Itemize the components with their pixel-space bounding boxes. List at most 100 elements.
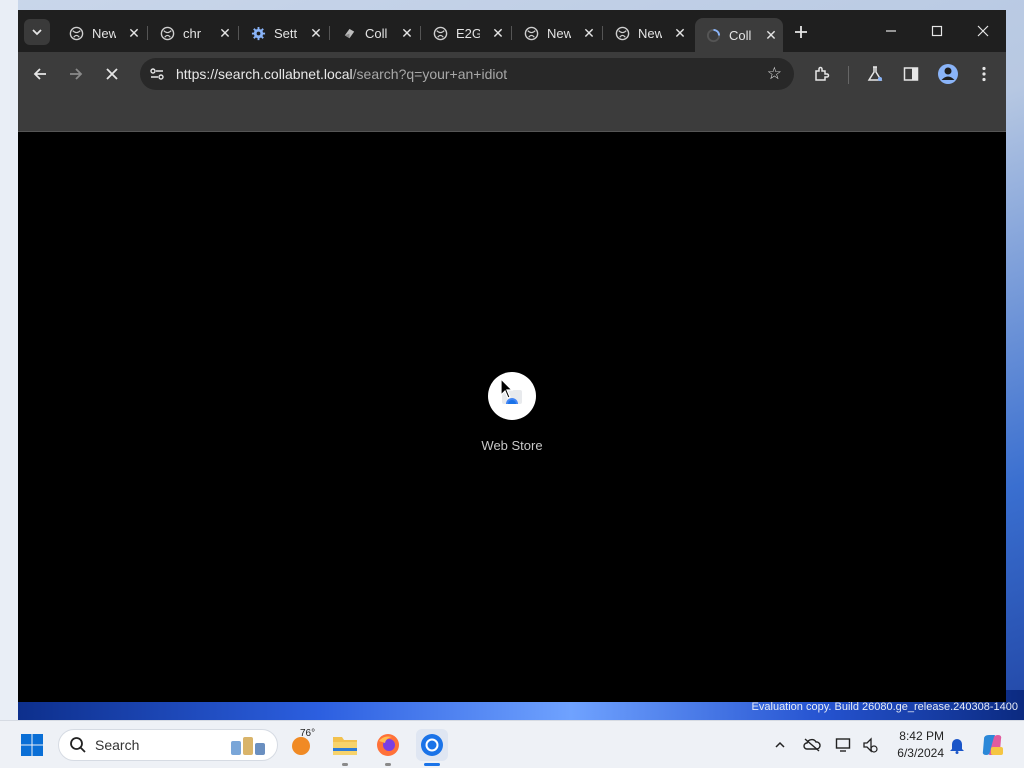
globe-icon [432, 25, 448, 41]
copilot-button[interactable] [976, 729, 1008, 761]
tab-separator [329, 26, 330, 40]
tab-separator [602, 26, 603, 40]
tab-3[interactable]: Sett ✕ [240, 18, 328, 48]
back-button[interactable] [26, 60, 54, 88]
tab-title: E2G [456, 25, 480, 41]
tab-5[interactable]: E2G ✕ [422, 18, 510, 48]
tab-separator [238, 26, 239, 40]
tab-separator [420, 26, 421, 40]
site-info-icon[interactable] [148, 65, 166, 83]
windows-logo-icon [21, 734, 43, 756]
tab-1[interactable]: New ✕ [58, 18, 146, 48]
running-indicator [385, 763, 391, 766]
notifications-button[interactable] [947, 735, 967, 755]
plus-icon [795, 26, 807, 38]
volume-tray[interactable] [860, 735, 880, 755]
collabnet-icon [341, 25, 357, 41]
tab-search-button[interactable] [24, 19, 50, 45]
onedrive-tray[interactable] [802, 735, 822, 755]
running-indicator [342, 763, 348, 766]
side-panel-button[interactable] [897, 60, 925, 88]
start-button[interactable] [16, 729, 48, 761]
toolbar-separator [848, 66, 849, 84]
network-icon [835, 738, 851, 752]
tab-title: Coll [365, 25, 388, 41]
clock-time: 8:42 PM [899, 729, 944, 743]
clock[interactable]: 8:42 PM 6/3/2024 [888, 728, 944, 762]
tab-6[interactable]: New ✕ [513, 18, 601, 48]
arrow-right-icon [70, 68, 83, 80]
search-icon [70, 737, 86, 753]
new-tab-button[interactable] [789, 20, 813, 44]
globe-icon [68, 25, 84, 41]
desktop-icons-strip [0, 0, 18, 720]
close-icon[interactable]: ✕ [490, 25, 506, 41]
close-icon[interactable]: ✕ [399, 25, 415, 41]
bell-icon [950, 739, 964, 754]
maximize-icon [931, 25, 943, 37]
firefox-button[interactable] [372, 729, 404, 761]
cloud-off-icon [803, 738, 821, 752]
bookmark-star-icon[interactable]: ☆ [767, 64, 782, 84]
close-icon[interactable]: ✕ [308, 25, 324, 41]
page-content: Web Store [18, 132, 1006, 702]
file-explorer-button[interactable] [329, 729, 361, 761]
taskbar-search[interactable]: Search [58, 729, 278, 761]
close-icon[interactable]: ✕ [126, 25, 142, 41]
maximize-button[interactable] [914, 16, 960, 46]
chevron-down-icon [32, 29, 42, 36]
gear-icon [250, 25, 266, 41]
firefox-icon [377, 734, 399, 756]
close-icon [977, 25, 989, 37]
puzzle-icon [815, 66, 830, 81]
weather-temperature: 76° [300, 728, 316, 739]
tab-8-active[interactable]: Coll ✕ [695, 18, 783, 52]
globe-icon [159, 25, 175, 41]
tab-title: chr [183, 25, 202, 41]
tab-separator [511, 26, 512, 40]
speaker-muted-icon [863, 737, 878, 753]
extensions-button[interactable] [808, 60, 836, 88]
tab-strip: New ✕ chr ✕ Sett ✕ Coll ✕ E2G ✕ New ✕ Ne… [18, 10, 1006, 52]
folder-icon [333, 737, 357, 755]
tab-title: New [547, 25, 571, 41]
more-vert-icon [982, 66, 986, 82]
forward-button[interactable] [62, 60, 90, 88]
stop-loading-button[interactable] [98, 60, 126, 88]
tab-7[interactable]: New ✕ [604, 18, 692, 48]
network-tray[interactable] [834, 735, 854, 755]
url-path: /search?q=your+an+idiot [352, 66, 508, 82]
url-host: https://search.collabnet.local [176, 66, 353, 82]
close-window-button[interactable] [960, 16, 1006, 46]
avatar-icon [938, 64, 958, 84]
copilot-icon [982, 735, 1003, 755]
menu-button[interactable] [970, 60, 998, 88]
chevron-up-icon [775, 741, 785, 748]
tab-4[interactable]: Coll ✕ [331, 18, 419, 48]
tab-2[interactable]: chr ✕ [149, 18, 237, 48]
tab-title: Sett [274, 25, 298, 41]
search-placeholder: Search [95, 737, 140, 753]
close-icon [106, 68, 118, 80]
chrome-button[interactable] [416, 729, 448, 761]
close-icon[interactable]: ✕ [217, 25, 233, 41]
tab-separator [147, 26, 148, 40]
show-hidden-icons-button[interactable] [770, 735, 790, 755]
profile-button[interactable] [934, 60, 962, 88]
browser-window: New ✕ chr ✕ Sett ✕ Coll ✕ E2G ✕ New ✕ Ne… [18, 10, 1006, 702]
side-panel-icon [903, 67, 919, 81]
search-highlight-icon [231, 737, 265, 755]
tab-title: New [638, 25, 662, 41]
tab-title: Coll [729, 27, 752, 43]
close-icon[interactable]: ✕ [672, 25, 688, 41]
close-icon[interactable]: ✕ [581, 25, 597, 41]
webstore-label[interactable]: Web Store [462, 438, 562, 453]
globe-icon [614, 25, 630, 41]
taskbar: Search 76° 8:42 PM 6/3/2024 [0, 720, 1024, 768]
address-bar[interactable]: https://search.collabnet.local/search?q=… [140, 58, 794, 90]
minimize-button[interactable] [868, 16, 914, 46]
globe-icon [523, 25, 539, 41]
labs-button[interactable] [861, 60, 889, 88]
close-icon[interactable]: ✕ [763, 27, 779, 43]
chrome-icon [421, 734, 443, 756]
